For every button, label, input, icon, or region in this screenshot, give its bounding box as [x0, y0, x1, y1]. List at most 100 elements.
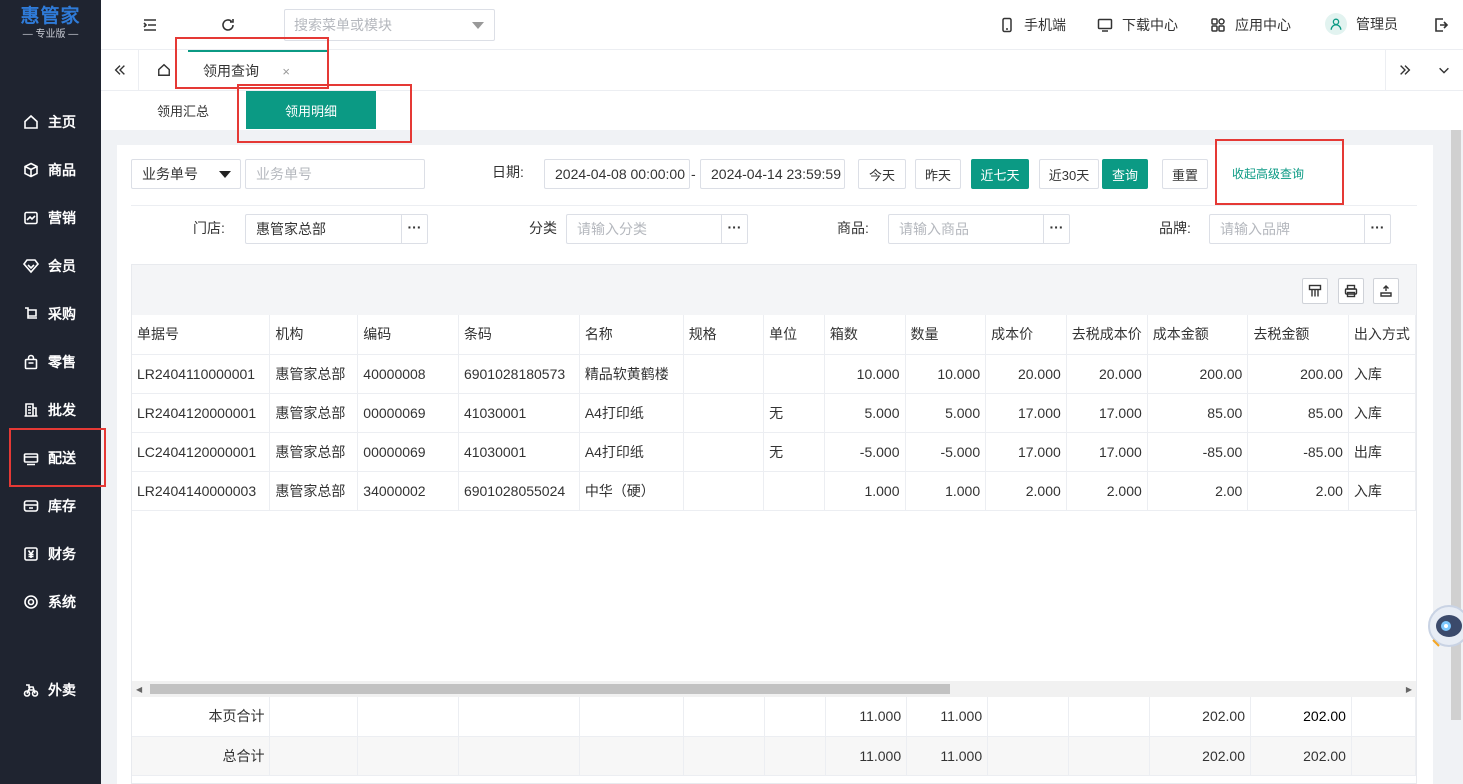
last-7-days-button[interactable]: 近七天	[971, 159, 1029, 189]
table-cell: -5.000	[824, 432, 906, 472]
col-header[interactable]: 出入方式	[1348, 315, 1417, 355]
download-center-link[interactable]: 下载中心	[1097, 15, 1178, 35]
doc-number-input[interactable]: 业务单号	[245, 159, 425, 189]
store-picker-more-icon[interactable]: ···	[401, 215, 427, 243]
yuan-icon	[22, 545, 40, 563]
store-value: 惠管家总部	[256, 221, 326, 237]
col-header[interactable]: 箱数	[824, 315, 906, 355]
store-input[interactable]: 惠管家总部 ···	[245, 214, 428, 244]
menu-search-input[interactable]: 搜索菜单或模块	[284, 9, 495, 41]
brand-picker-more-icon[interactable]: ···	[1364, 215, 1390, 243]
app-center-link[interactable]: 应用中心	[1210, 15, 1291, 35]
scroll-tabs-right-icon[interactable]	[1385, 50, 1423, 90]
refresh-icon[interactable]	[218, 15, 238, 35]
table-cell: 2.000	[985, 471, 1067, 511]
sidebar-item-inventory[interactable]: 库存	[0, 488, 101, 524]
sidebar-item-retail[interactable]: 零售	[0, 344, 101, 380]
col-header[interactable]: 单据号	[132, 315, 271, 355]
brand-logo[interactable]: 惠管家 — 专业版 —	[0, 0, 101, 48]
doc-number-link[interactable]: LC2404120000001	[132, 432, 271, 472]
table-row[interactable]: LR2404110000001 惠管家总部 40000008 690102818…	[132, 354, 1417, 394]
building-icon	[22, 401, 40, 419]
doc-type-value: 业务单号	[142, 166, 198, 182]
menu-toggle-icon[interactable]	[140, 15, 160, 35]
col-header[interactable]: 规格	[683, 315, 765, 355]
sidebar-item-label: 会员	[48, 258, 76, 274]
sidebar-item-takeout[interactable]: 外卖	[0, 672, 101, 708]
scroll-tabs-left-icon[interactable]	[101, 50, 139, 90]
doc-type-select[interactable]: 业务单号	[131, 159, 241, 189]
sidebar-item-home[interactable]: 主页	[0, 104, 101, 140]
scroll-right-arrow-icon[interactable]: ▶	[1406, 685, 1412, 694]
table-row[interactable]: LC2404120000001 惠管家总部 00000069 41030001 …	[132, 432, 1417, 472]
col-header[interactable]: 去税成本价	[1066, 315, 1148, 355]
subtab-detail[interactable]: 领用明细	[246, 91, 376, 129]
sidebar-item-products[interactable]: 商品	[0, 152, 101, 188]
col-header[interactable]: 去税金额	[1247, 315, 1349, 355]
sub-tabs: 领用汇总 领用明细	[101, 91, 1463, 130]
brand-input[interactable]: 请输入品牌 ···	[1209, 214, 1391, 244]
home-tab-icon[interactable]	[145, 50, 183, 90]
sidebar-item-wholesale[interactable]: 批发	[0, 392, 101, 428]
horizontal-scrollbar[interactable]: ◀ ▶	[132, 681, 1416, 697]
table-cell: -85.00	[1247, 432, 1349, 472]
category-input[interactable]: 请输入分类 ···	[566, 214, 748, 244]
tab-options-chevron-down-icon[interactable]	[1425, 50, 1463, 90]
col-header[interactable]: 数量	[905, 315, 987, 355]
doc-number-link[interactable]: LR2404110000001	[132, 354, 271, 394]
scroll-left-arrow-icon[interactable]: ◀	[136, 685, 142, 694]
close-icon[interactable]: ×	[282, 64, 290, 79]
collapse-advanced-search-link[interactable]: 收起高级查询	[1232, 159, 1304, 189]
date-start-input[interactable]: 2024-04-08 00:00:00	[544, 159, 690, 189]
totals-table: 本页合计 11.000 11.000 202.00 202.00 总合计 11.…	[132, 697, 1417, 776]
table-cell: 无	[763, 393, 825, 433]
export-icon[interactable]	[1373, 278, 1399, 304]
table-cell: 中华（硬）	[579, 471, 684, 511]
bag-icon	[22, 353, 40, 371]
table-cell: 41030001	[458, 393, 580, 433]
col-header[interactable]: 编码	[357, 315, 459, 355]
sidebar-item-purchase[interactable]: 采购	[0, 296, 101, 332]
doc-number-link[interactable]: LR2404120000001	[132, 393, 271, 433]
table-cell: 惠管家总部	[269, 393, 359, 433]
category-picker-more-icon[interactable]: ···	[721, 215, 747, 243]
col-header[interactable]: 成本金额	[1147, 315, 1249, 355]
assistant-robot-icon[interactable]	[1427, 596, 1463, 658]
product-input[interactable]: 请输入商品 ···	[888, 214, 1070, 244]
table-cell: 10.000	[905, 354, 987, 394]
col-header[interactable]: 条码	[458, 315, 580, 355]
print-icon[interactable]	[1338, 278, 1364, 304]
sidebar-item-delivery[interactable]: 配送	[0, 440, 101, 476]
table-row[interactable]: LR2404120000001 惠管家总部 00000069 41030001 …	[132, 393, 1417, 433]
product-picker-more-icon[interactable]: ···	[1043, 215, 1069, 243]
query-button[interactable]: 查询	[1102, 159, 1148, 189]
tab-requisition-query[interactable]: 领用查询 ×	[188, 50, 328, 90]
col-header[interactable]: 名称	[579, 315, 684, 355]
column-settings-icon[interactable]	[1302, 278, 1328, 304]
mobile-link[interactable]: 手机端	[999, 15, 1066, 35]
table-cell: 00000069	[357, 432, 459, 472]
user-icon	[1330, 18, 1342, 30]
logout-icon[interactable]	[1431, 15, 1451, 35]
date-end-input[interactable]: 2024-04-14 23:59:59	[700, 159, 845, 189]
table-row[interactable]: LR2404140000003 惠管家总部 34000002 690102805…	[132, 471, 1417, 511]
col-header[interactable]: 成本价	[985, 315, 1067, 355]
doc-number-link[interactable]: LR2404140000003	[132, 471, 271, 511]
col-header[interactable]: 单位	[763, 315, 825, 355]
download-label: 下载中心	[1122, 17, 1178, 33]
last-30-days-button[interactable]: 近30天	[1039, 159, 1099, 189]
subtab-summary[interactable]: 领用汇总	[143, 91, 223, 129]
table-cell	[683, 471, 765, 511]
sidebar-item-system[interactable]: 系统	[0, 584, 101, 620]
yesterday-button[interactable]: 昨天	[915, 159, 961, 189]
reset-button[interactable]: 重置	[1162, 159, 1208, 189]
sidebar-item-members[interactable]: 会员	[0, 248, 101, 284]
sidebar-item-finance[interactable]: 财务	[0, 536, 101, 572]
table-cell: 200.00	[1147, 354, 1249, 394]
today-button[interactable]: 今天	[858, 159, 906, 189]
user-menu[interactable]: 管理员	[1325, 13, 1398, 35]
col-header[interactable]: 机构	[269, 315, 359, 355]
table-cell: 200.00	[1247, 354, 1349, 394]
scrollbar-thumb[interactable]	[150, 684, 950, 694]
sidebar-item-marketing[interactable]: 营销	[0, 200, 101, 236]
